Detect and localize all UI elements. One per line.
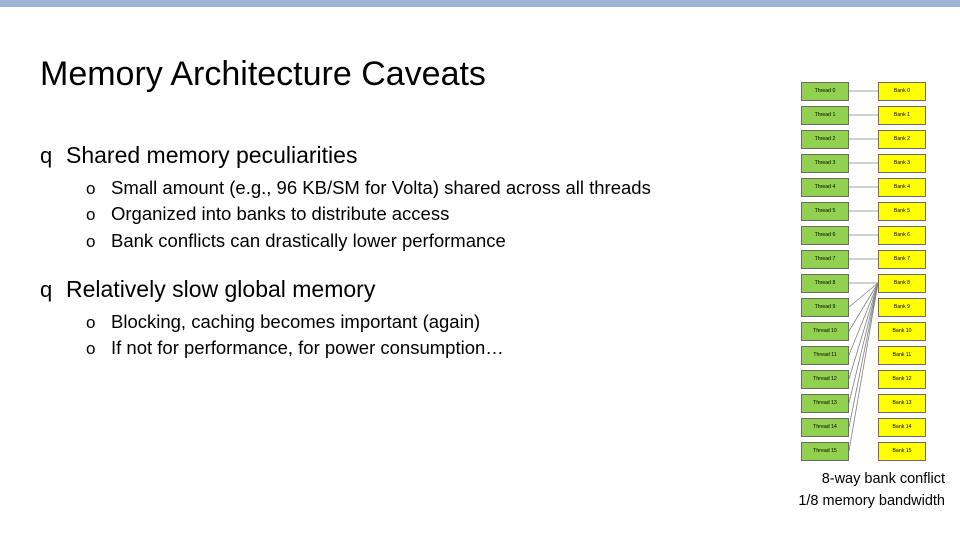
bullet-marker-circle-icon: o [86,339,96,359]
bank-cell: Bank 1 [878,106,926,125]
bank-cell: Bank 3 [878,154,926,173]
bullet-level2-item: o Small amount (e.g., 96 KB/SM for Volta… [86,175,770,201]
bullet-marker-circle-icon: o [86,312,96,332]
bullet-marker-circle-icon: o [86,179,96,198]
bank-cell: Bank 6 [878,226,926,245]
bullet-level1-1: q Shared memory peculiarities [40,142,770,169]
bullet-marker-square-icon: q [40,276,53,302]
thread-cell: Thread 4 [801,178,849,197]
diagram-caption-line2: 1/8 memory bandwidth [798,493,945,510]
bullet-level1-1-text: Shared memory peculiarities [66,142,358,168]
bullet-marker-circle-icon: o [86,231,96,251]
thread-cell: Thread 7 [801,250,849,269]
bank-cell: Bank 5 [878,202,926,221]
bank-cell: Bank 15 [878,442,926,461]
bullet-level2-text: If not for performance, for power consum… [111,337,504,359]
bullet-marker-circle-icon: o [86,205,96,225]
bullet-level2-text: Blocking, caching becomes important (aga… [111,310,481,332]
slide-body: q Shared memory peculiarities o Small am… [40,142,770,377]
bank-cell: Bank 13 [878,394,926,413]
thread-cell: Thread 15 [801,442,849,461]
bullet-level2-group-2: o Blocking, caching becomes important (a… [40,309,770,362]
bank-cell: Bank 11 [878,346,926,365]
thread-cell: Thread 8 [801,274,849,293]
bullet-level1-2: q Relatively slow global memory [40,276,770,303]
bank-cell: Bank 8 [878,274,926,293]
bank-conflict-diagram: Thread 0 Thread 1 Thread 2 Thread 3 Thre… [795,82,940,467]
bank-cell: Bank 12 [878,370,926,389]
bank-cell: Bank 9 [878,298,926,317]
top-accent-bar [0,0,960,7]
bullet-marker-square-icon: q [40,143,53,168]
bank-cell: Bank 0 [878,82,926,101]
bullet-level2-text: Organized into banks to distribute acces… [111,203,450,225]
bullet-level2-item: o If not for performance, for power cons… [86,335,770,361]
thread-cell: Thread 3 [801,154,849,173]
thread-cell: Thread 2 [801,130,849,149]
page-title: Memory Architecture Caveats [40,55,486,93]
thread-cell: Thread 6 [801,226,849,245]
bullet-level2-item: o Blocking, caching becomes important (a… [86,309,770,335]
thread-cell: Thread 10 [801,322,849,341]
bullet-level2-item: o Organized into banks to distribute acc… [86,201,770,227]
bullet-level2-text: Bank conflicts can drastically lower per… [111,229,506,251]
bank-cell: Bank 7 [878,250,926,269]
diagram-caption: 8-way bank conflict 1/8 memory bandwidth [690,468,945,513]
bank-cell: Bank 2 [878,130,926,149]
bank-cell: Bank 4 [878,178,926,197]
thread-cell: Thread 1 [801,106,849,125]
diagram-caption-line1: 8-way bank conflict [821,471,945,487]
thread-cell: Thread 5 [801,202,849,221]
bullet-level2-item: o Bank conflicts can drastically lower p… [86,228,770,254]
bullet-level2-group-1: o Small amount (e.g., 96 KB/SM for Volta… [40,175,770,254]
thread-cell: Thread 0 [801,82,849,101]
thread-cell: Thread 9 [801,298,849,317]
thread-cell: Thread 13 [801,394,849,413]
bullet-level1-2-text: Relatively slow global memory [66,275,376,302]
bank-cell: Bank 10 [878,322,926,341]
bank-cell: Bank 14 [878,418,926,437]
thread-cell: Thread 12 [801,370,849,389]
thread-cell: Thread 14 [801,418,849,437]
thread-cell: Thread 11 [801,346,849,365]
bullet-level2-text: Small amount (e.g., 96 KB/SM for Volta) … [111,177,651,198]
slide: Memory Architecture Caveats q Shared mem… [0,0,960,540]
